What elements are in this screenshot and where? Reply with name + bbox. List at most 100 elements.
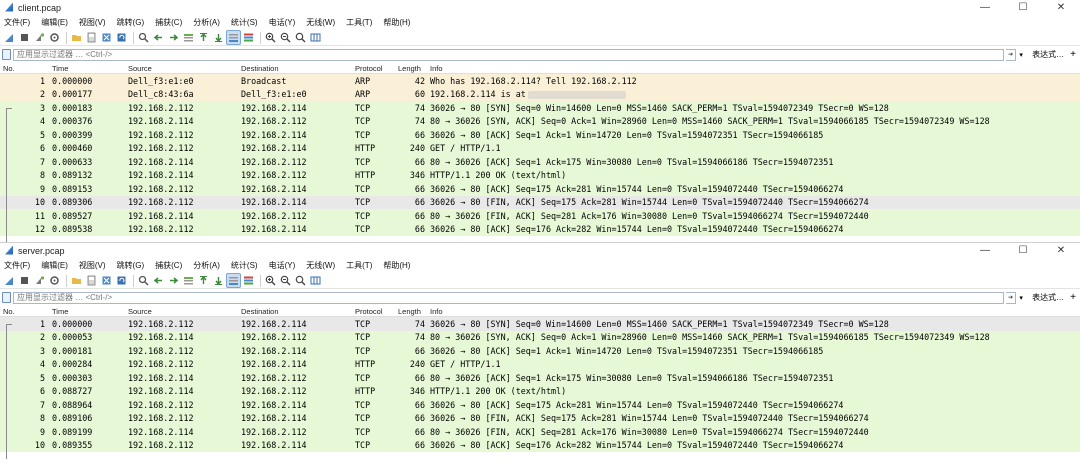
packet-row[interactable]: 4 0.000376 192.168.2.114 192.168.2.112 TCP 74…	[0, 114, 1080, 128]
packet-row[interactable]: 5 0.000399 192.168.2.112 192.168.2.114 TCP 66…	[0, 128, 1080, 142]
packet-row[interactable]: 6 0.088727 192.168.2.114 192.168.2.112 HTTP 3…	[0, 384, 1080, 398]
display-filter-input[interactable]	[13, 291, 1005, 304]
menu-edit[interactable]: 编辑(E)	[41, 260, 68, 271]
column-header-time[interactable]: Time	[49, 64, 125, 73]
packet-row[interactable]: 7 0.000633 192.168.2.114 192.168.2.112 TCP 66…	[0, 155, 1080, 169]
stop-capture-icon[interactable]	[18, 274, 31, 287]
restart-capture-icon[interactable]	[33, 274, 46, 287]
colorize-icon[interactable]	[242, 31, 255, 44]
filter-history-dropdown-icon[interactable]: ▾	[1016, 292, 1026, 304]
menu-view[interactable]: 视图(V)	[79, 17, 106, 28]
go-back-icon[interactable]	[152, 274, 165, 287]
menu-view[interactable]: 视图(V)	[79, 260, 106, 271]
open-file-icon[interactable]	[70, 31, 83, 44]
menu-statistics[interactable]: 统计(S)	[231, 260, 258, 271]
resize-columns-icon[interactable]	[309, 274, 322, 287]
packet-row[interactable]: 2 0.000177 Dell_c8:43:6a Dell_f3:e1:e0 ARP 60…	[0, 87, 1080, 101]
menu-go[interactable]: 跳转(G)	[117, 260, 145, 271]
packet-row[interactable]: 5 0.000303 192.168.2.114 192.168.2.112 TCP 66…	[0, 371, 1080, 385]
menu-analyze[interactable]: 分析(A)	[193, 260, 220, 271]
menu-tools[interactable]: 工具(T)	[346, 17, 372, 28]
go-to-packet-icon[interactable]	[182, 31, 195, 44]
find-packet-icon[interactable]	[137, 31, 150, 44]
go-first-icon[interactable]	[197, 31, 210, 44]
go-first-icon[interactable]	[197, 274, 210, 287]
column-header-info[interactable]: Info	[427, 64, 443, 73]
capture-options-icon[interactable]	[48, 274, 61, 287]
menu-statistics[interactable]: 统计(S)	[231, 17, 258, 28]
close-button[interactable]: ✕	[1042, 0, 1080, 15]
column-header-protocol[interactable]: Protocol	[352, 64, 395, 73]
close-button[interactable]: ✕	[1042, 243, 1080, 258]
packet-row[interactable]: 3 0.000181 192.168.2.112 192.168.2.114 TCP 66…	[0, 344, 1080, 358]
menu-go[interactable]: 跳转(G)	[117, 17, 145, 28]
add-filter-button[interactable]: +	[1070, 292, 1076, 303]
stop-capture-icon[interactable]	[18, 31, 31, 44]
go-last-icon[interactable]	[212, 274, 225, 287]
menu-wireless[interactable]: 无线(W)	[306, 260, 335, 271]
column-header-no[interactable]: No.	[0, 307, 49, 316]
zoom-out-icon[interactable]	[279, 274, 292, 287]
go-last-icon[interactable]	[212, 31, 225, 44]
minimize-button[interactable]: —	[966, 0, 1004, 15]
go-back-icon[interactable]	[152, 31, 165, 44]
reload-file-icon[interactable]	[115, 274, 128, 287]
menu-help[interactable]: 帮助(H)	[383, 17, 410, 28]
apply-filter-arrow-icon[interactable]: ➔	[1006, 291, 1017, 304]
resize-columns-icon[interactable]	[309, 31, 322, 44]
column-header-length[interactable]: Length	[395, 307, 427, 316]
display-filter-input[interactable]	[13, 48, 1005, 61]
colorize-icon[interactable]	[242, 274, 255, 287]
column-header-destination[interactable]: Destination	[238, 64, 352, 73]
packet-row[interactable]: 9 0.089153 192.168.2.112 192.168.2.114 TCP 66…	[0, 182, 1080, 196]
shark-fin-start-icon[interactable]	[3, 31, 16, 44]
packet-row[interactable]: 10 0.089306 192.168.2.112 192.168.2.114 TCP 6…	[0, 195, 1080, 209]
menu-edit[interactable]: 编辑(E)	[41, 17, 68, 28]
packet-row[interactable]: 3 0.000183 192.168.2.112 192.168.2.114 TCP 74…	[0, 101, 1080, 115]
packet-row[interactable]: 6 0.000460 192.168.2.112 192.168.2.114 HTTP 2…	[0, 141, 1080, 155]
packet-row[interactable]: 1 0.000000 192.168.2.112 192.168.2.114 TCP 74…	[0, 317, 1080, 331]
capture-options-icon[interactable]	[48, 31, 61, 44]
packet-row[interactable]: 8 0.089106 192.168.2.112 192.168.2.114 TCP 66…	[0, 411, 1080, 425]
packet-row[interactable]: 10 0.089355 192.168.2.112 192.168.2.114 TCP 6…	[0, 438, 1080, 452]
packet-row[interactable]: 1 0.000000 Dell_f3:e1:e0 Broadcast ARP 42 Who …	[0, 74, 1080, 88]
save-file-icon[interactable]	[85, 31, 98, 44]
go-forward-icon[interactable]	[167, 274, 180, 287]
restart-capture-icon[interactable]	[33, 31, 46, 44]
packet-row[interactable]: 2 0.000053 192.168.2.114 192.168.2.112 TCP 74…	[0, 330, 1080, 344]
expression-button[interactable]: 表达式…	[1032, 292, 1064, 303]
zoom-out-icon[interactable]	[279, 31, 292, 44]
zoom-normal-icon[interactable]	[294, 274, 307, 287]
column-header-length[interactable]: Length	[395, 64, 427, 73]
add-filter-button[interactable]: +	[1070, 49, 1076, 60]
column-header-time[interactable]: Time	[49, 307, 125, 316]
reload-file-icon[interactable]	[115, 31, 128, 44]
menu-capture[interactable]: 捕获(C)	[155, 17, 182, 28]
auto-scroll-icon[interactable]	[226, 273, 241, 288]
menu-wireless[interactable]: 无线(W)	[306, 17, 335, 28]
menu-analyze[interactable]: 分析(A)	[193, 17, 220, 28]
menu-capture[interactable]: 捕获(C)	[155, 260, 182, 271]
auto-scroll-icon[interactable]	[226, 30, 241, 45]
restore-button[interactable]: ☐	[1004, 0, 1042, 15]
go-to-packet-icon[interactable]	[182, 274, 195, 287]
filter-history-dropdown-icon[interactable]: ▾	[1016, 49, 1026, 61]
open-file-icon[interactable]	[70, 274, 83, 287]
filter-bookmark-icon[interactable]	[2, 49, 11, 60]
zoom-normal-icon[interactable]	[294, 31, 307, 44]
packet-row[interactable]: 4 0.000284 192.168.2.112 192.168.2.114 HTTP 2…	[0, 357, 1080, 371]
close-file-icon[interactable]	[100, 31, 113, 44]
column-header-destination[interactable]: Destination	[238, 307, 352, 316]
packet-row[interactable]: 7 0.088964 192.168.2.112 192.168.2.114 TCP 66…	[0, 398, 1080, 412]
menu-telephony[interactable]: 电话(Y)	[269, 17, 296, 28]
minimize-button[interactable]: —	[966, 243, 1004, 258]
column-header-source[interactable]: Source	[125, 64, 238, 73]
maximize-button[interactable]: ☐	[1004, 243, 1042, 258]
zoom-in-icon[interactable]	[264, 274, 277, 287]
column-header-source[interactable]: Source	[125, 307, 238, 316]
column-header-no[interactable]: No.	[0, 64, 49, 73]
packet-row[interactable]: 8 0.089132 192.168.2.114 192.168.2.112 HTTP 3…	[0, 168, 1080, 182]
packet-row[interactable]: 12 0.089538 192.168.2.112 192.168.2.114 TCP 6…	[0, 222, 1080, 236]
expression-button[interactable]: 表达式…	[1032, 49, 1064, 60]
packet-row[interactable]: 9 0.089199 192.168.2.114 192.168.2.112 TCP 66…	[0, 425, 1080, 439]
